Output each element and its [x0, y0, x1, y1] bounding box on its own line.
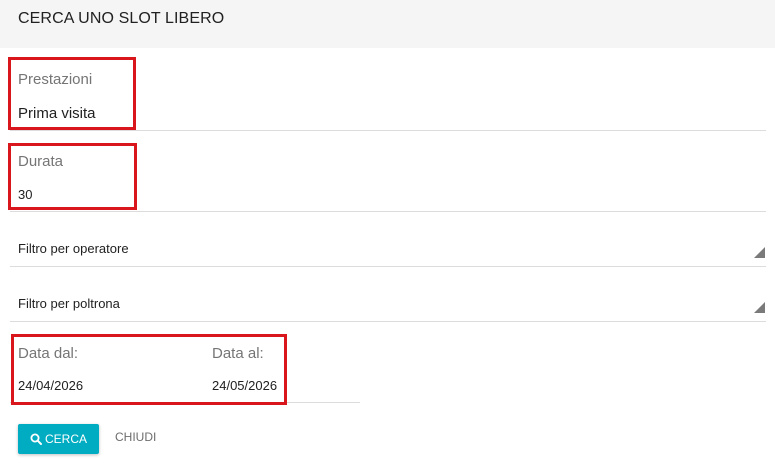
- filtro-operatore-text: Filtro per operatore: [18, 241, 129, 256]
- prestazioni-highlight-box: [8, 57, 136, 130]
- filtro-poltrona-text: Filtro per poltrona: [18, 296, 120, 311]
- durata-highlight-box: [8, 143, 137, 210]
- dropdown-arrow-icon[interactable]: [754, 247, 765, 258]
- dialog-title: CERCA UNO SLOT LIBERO: [18, 10, 225, 27]
- search-button[interactable]: CERCA: [18, 424, 99, 454]
- search-button-label: CERCA: [44, 432, 87, 446]
- filtro-poltrona-underline: [10, 321, 766, 322]
- date-range-highlight-box: [11, 334, 287, 405]
- durata-underline: [10, 211, 766, 212]
- close-button[interactable]: CHIUDI: [115, 430, 156, 444]
- filtro-operatore-underline: [10, 266, 766, 267]
- dropdown-arrow-icon[interactable]: [754, 302, 765, 313]
- search-icon: [30, 433, 42, 445]
- dialog-header: CERCA UNO SLOT LIBERO: [0, 0, 775, 48]
- prestazioni-underline: [10, 130, 766, 131]
